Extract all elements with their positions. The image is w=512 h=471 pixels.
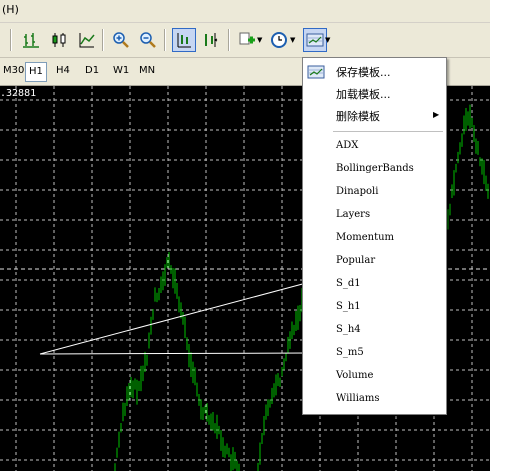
- timeframe-w1[interactable]: W1: [110, 62, 132, 80]
- zoom-out-icon: [140, 32, 156, 48]
- delete-template-label: 删除模板: [336, 110, 380, 123]
- bar-chart-icon: [23, 33, 39, 48]
- toolbar-separator: [102, 29, 104, 51]
- toolbar-separator: [164, 29, 166, 51]
- template-item-popular[interactable]: Popular: [303, 251, 446, 273]
- template-label: S_h1: [336, 301, 361, 312]
- template-label: Momentum: [336, 232, 395, 243]
- templates-icon: [306, 33, 324, 47]
- candlestick-button[interactable]: [48, 29, 70, 51]
- toolbar-separator: [10, 29, 12, 51]
- chart-toolbar: ▼ ▼ ▼: [0, 23, 490, 58]
- chevron-down-icon[interactable]: ▼: [290, 36, 295, 44]
- timeframe-m30[interactable]: M30: [0, 62, 27, 80]
- line-chart-icon: [79, 33, 95, 48]
- auto-scroll-button[interactable]: [172, 28, 196, 52]
- template-item-williams[interactable]: Williams: [303, 389, 446, 411]
- template-label: Popular: [336, 255, 376, 266]
- trend-line: [39, 352, 311, 355]
- template-label: BollingerBands: [336, 163, 414, 174]
- template-label: S_m5: [336, 347, 364, 358]
- chevron-down-icon[interactable]: ▼: [257, 36, 262, 44]
- template-item-s-d1[interactable]: S_d1: [303, 274, 446, 296]
- periods-button[interactable]: [268, 29, 290, 51]
- timeframe-h4[interactable]: H4: [53, 62, 73, 80]
- templates-button[interactable]: [303, 28, 327, 52]
- template-label: Dinapoli: [336, 186, 379, 197]
- template-item-adx[interactable]: ADX: [303, 136, 446, 158]
- template-menu: 保存模板... 加载模板... 删除模板 ▶ ADX BollingerBand…: [302, 57, 447, 415]
- price-label: .32881: [0, 88, 37, 99]
- zoom-out-button[interactable]: [137, 29, 159, 51]
- window-edge: [490, 0, 512, 471]
- templates-icon: [307, 65, 325, 79]
- add-indicator-icon: [239, 32, 255, 45]
- add-indicator-button[interactable]: [236, 29, 258, 51]
- menu-separator: [333, 131, 443, 132]
- template-item-s-h4[interactable]: S_h4: [303, 320, 446, 342]
- template-item-s-m5[interactable]: S_m5: [303, 343, 446, 365]
- save-template-item[interactable]: 保存模板...: [303, 61, 446, 83]
- load-template-label: 加载模板...: [336, 88, 391, 101]
- template-item-dinapoli[interactable]: Dinapoli: [303, 182, 446, 204]
- template-label: S_h4: [336, 324, 361, 335]
- template-label: Volume: [336, 370, 374, 381]
- template-label: ADX: [336, 140, 359, 151]
- template-label: Layers: [336, 209, 371, 220]
- timeframe-mn[interactable]: MN: [136, 62, 158, 80]
- chevron-down-icon[interactable]: ▼: [325, 36, 330, 44]
- template-item-s-h1[interactable]: S_h1: [303, 297, 446, 319]
- zoom-in-button[interactable]: [110, 29, 132, 51]
- timeframe-h1[interactable]: H1: [25, 62, 47, 82]
- save-template-label: 保存模板...: [336, 66, 391, 79]
- chart-shift-button[interactable]: [200, 29, 222, 51]
- toolbar-separator: [228, 29, 230, 51]
- periods-clock-icon: [271, 32, 287, 48]
- delete-template-item[interactable]: 删除模板 ▶: [303, 105, 446, 127]
- menu-help[interactable]: (H): [2, 3, 19, 16]
- bar-chart-button[interactable]: [20, 29, 42, 51]
- chart-shift-icon: [205, 33, 218, 47]
- template-item-bollingerbands[interactable]: BollingerBands: [303, 159, 446, 181]
- template-item-layers[interactable]: Layers: [303, 205, 446, 227]
- auto-scroll-icon: [177, 33, 191, 48]
- template-item-volume[interactable]: Volume: [303, 366, 446, 388]
- template-label: Williams: [336, 393, 380, 404]
- load-template-item[interactable]: 加载模板...: [303, 83, 446, 105]
- zoom-in-icon: [113, 32, 129, 48]
- submenu-arrow-icon: ▶: [433, 110, 440, 119]
- line-chart-button[interactable]: [76, 29, 98, 51]
- template-label: S_d1: [336, 278, 361, 289]
- menu-bar: (H): [0, 0, 490, 23]
- candlestick-icon: [52, 33, 66, 47]
- template-item-momentum[interactable]: Momentum: [303, 228, 446, 250]
- timeframe-d1[interactable]: D1: [82, 62, 102, 80]
